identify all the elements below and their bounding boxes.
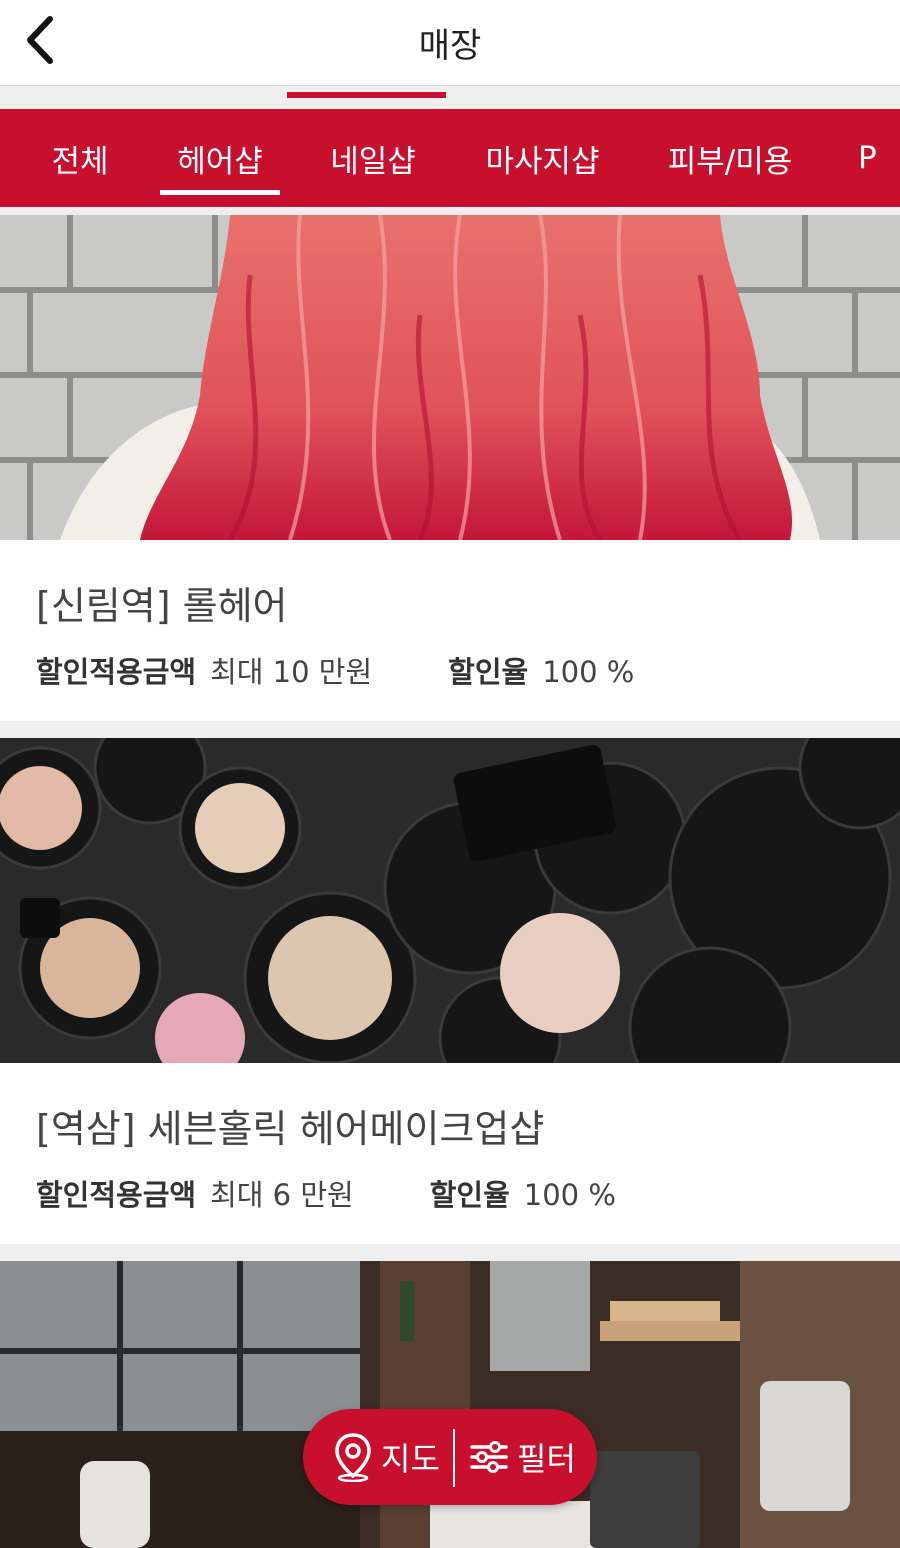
map-pin-icon: [335, 1433, 371, 1482]
tab-next-partial[interactable]: P: [858, 109, 900, 207]
map-label: 지도: [381, 1440, 440, 1478]
tab-massage-shop[interactable]: 마사지샵: [470, 109, 615, 207]
discount-amount-value: 최대 10 만원: [210, 655, 373, 689]
discount-rate-label: 할인율: [429, 1178, 510, 1212]
store-title: [신림역] 롤헤어: [36, 584, 288, 628]
fab-divider: [453, 1429, 455, 1487]
discount-rate-label: 할인율: [448, 655, 529, 689]
discount-amount-label: 할인적용금액: [36, 1178, 197, 1212]
tab-hair-shop[interactable]: 헤어샵: [160, 109, 280, 207]
store-discount-info: 할인적용금액 최대 6 만원 할인율 100 %: [36, 1172, 616, 1214]
sliders-icon: [470, 1441, 508, 1473]
map-button[interactable]: 지도: [333, 1409, 453, 1505]
store-title: [역삼] 세븐홀릭 헤어메이크업샵: [36, 1107, 545, 1151]
header-indicator: [287, 92, 446, 98]
filter-button[interactable]: 필터: [469, 1409, 589, 1505]
tab-skin-beauty[interactable]: 피부/미용: [655, 109, 805, 207]
app-header: 매장: [0, 0, 900, 86]
page-title: 매장: [418, 26, 482, 66]
discount-amount-label: 할인적용금액: [36, 655, 197, 689]
tab-all[interactable]: 전체: [30, 109, 130, 207]
store-discount-info: 할인적용금액 최대 10 만원 할인율 100 %: [36, 649, 634, 691]
discount-amount-value: 최대 6 만원: [210, 1178, 354, 1212]
store-card[interactable]: [역삼] 세븐홀릭 헤어메이크업샵 할인적용금액 최대 6 만원 할인율 100 %: [0, 738, 900, 1244]
store-image-hair: [0, 215, 900, 540]
store-image-makeup: [0, 738, 900, 1063]
category-tabbar: 전체 헤어샵 네일샵 마사지샵 피부/미용 P: [0, 109, 900, 207]
discount-rate-value: 100 %: [523, 1178, 616, 1212]
map-filter-fab: 지도 필터: [303, 1409, 597, 1505]
filter-label: 필터: [517, 1440, 576, 1478]
tab-nail-shop[interactable]: 네일샵: [313, 109, 433, 207]
store-card[interactable]: [신림역] 롤헤어 할인적용금액 최대 10 만원 할인율 100 %: [0, 215, 900, 721]
discount-rate-value: 100 %: [542, 655, 635, 689]
